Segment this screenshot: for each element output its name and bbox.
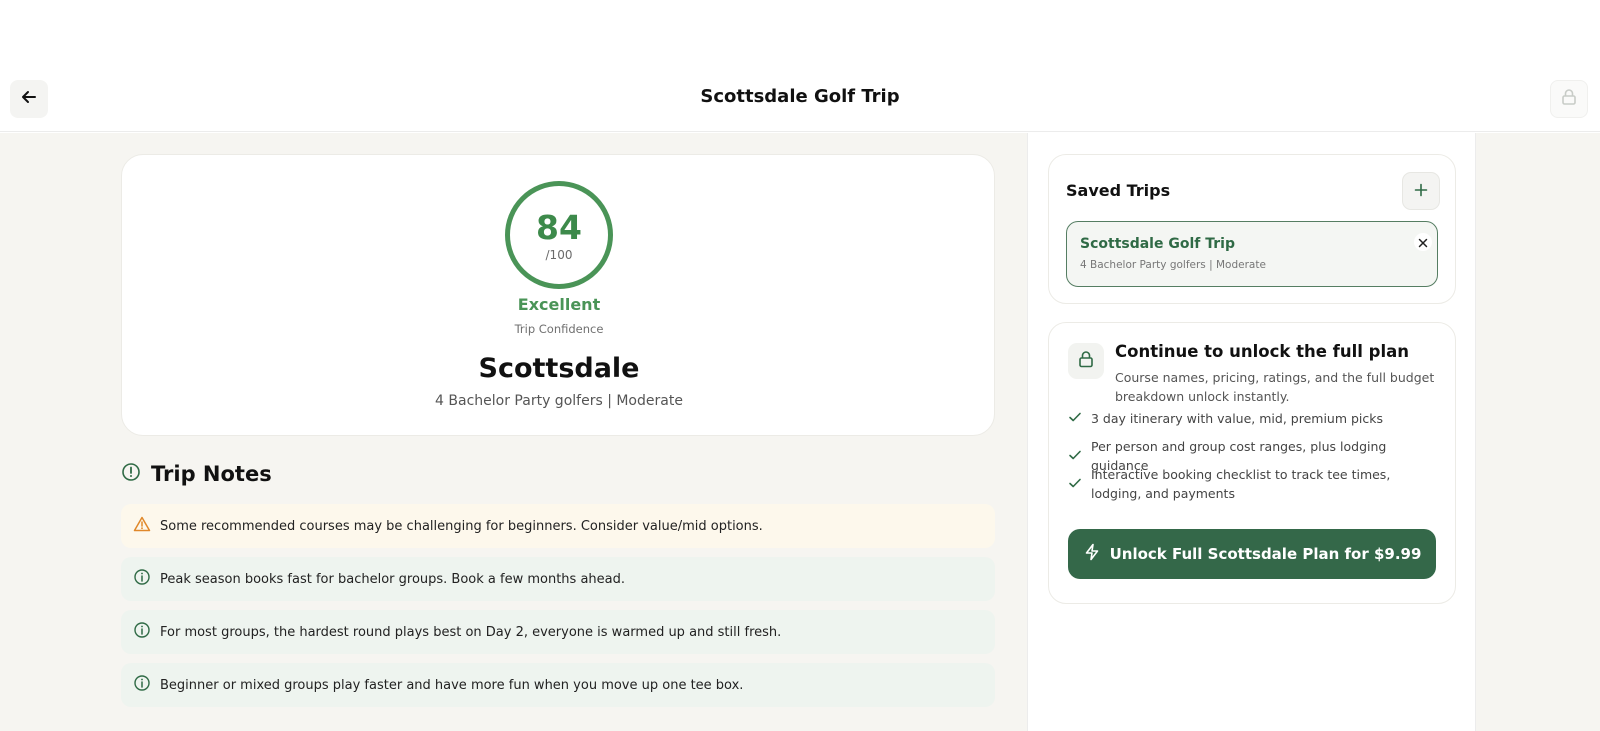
top-bar: Scottsdale Golf Trip: [0, 0, 1600, 132]
trip-notes-title: Trip Notes: [151, 462, 272, 486]
destination-subtitle: 4 Bachelor Party golfers | Moderate: [435, 393, 683, 409]
page-title: Scottsdale Golf Trip: [700, 86, 900, 107]
note-info: Peak season books fast for bachelor grou…: [121, 557, 995, 601]
info-icon: [133, 568, 151, 590]
close-icon: [1418, 233, 1428, 252]
warning-icon: [133, 515, 151, 537]
note-text: Peak season books fast for bachelor grou…: [160, 571, 625, 587]
unlock-plan-label: Unlock Full Scottsdale Plan for $9.99: [1109, 545, 1422, 563]
unlock-title: Continue to unlock the full plan: [1115, 342, 1410, 361]
unlock-plan-button[interactable]: Unlock Full Scottsdale Plan for $9.99: [1068, 529, 1436, 579]
info-icon: [133, 674, 151, 696]
trip-notes-header: Trip Notes: [121, 462, 272, 486]
lock-icon: [1560, 88, 1578, 110]
lightning-icon: [1083, 543, 1101, 565]
score-value: 84: [536, 208, 582, 247]
score-ring: 84 /100: [505, 181, 613, 289]
saved-trip-meta: 4 Bachelor Party golfers | Moderate: [1080, 259, 1266, 271]
score-rating: Excellent: [517, 295, 601, 314]
score-max: /100: [545, 248, 573, 262]
saved-trips-title: Saved Trips: [1066, 181, 1171, 200]
note-text: Beginner or mixed groups play faster and…: [160, 677, 744, 693]
saved-trips-card: Saved Trips Scottsdale Golf Trip 4 Bache…: [1048, 154, 1456, 304]
check-icon: [1068, 475, 1082, 494]
remove-trip-button[interactable]: [1414, 233, 1432, 251]
alert-circle-icon: [121, 462, 141, 486]
note-text: Some recommended courses may be challeng…: [160, 518, 763, 534]
right-gutter: [1476, 133, 1600, 731]
unlock-description: Course names, pricing, ratings, and the …: [1115, 370, 1435, 404]
feature-item: 3 day itinerary with value, mid, premium…: [1068, 409, 1441, 428]
plus-icon: [1414, 182, 1428, 201]
lock-icon: [1076, 349, 1096, 373]
feature-item: Interactive booking checklist to track t…: [1068, 465, 1441, 503]
note-info: For most groups, the hardest round plays…: [121, 610, 995, 654]
unlock-lock-badge: [1068, 343, 1104, 379]
check-icon: [1068, 409, 1082, 428]
add-trip-button[interactable]: [1402, 172, 1440, 210]
note-warning: Some recommended courses may be challeng…: [121, 504, 995, 548]
feature-text: Interactive booking checklist to track t…: [1091, 467, 1391, 501]
score-label: Trip Confidence: [514, 322, 604, 336]
saved-trip-name: Scottsdale Golf Trip: [1080, 236, 1235, 252]
check-icon: [1068, 447, 1082, 466]
unlock-plan-card: Continue to unlock the full plan Course …: [1048, 322, 1456, 604]
saved-trip-item[interactable]: Scottsdale Golf Trip 4 Bachelor Party go…: [1066, 221, 1438, 287]
destination-name: Scottsdale: [478, 353, 640, 384]
note-text: For most groups, the hardest round plays…: [160, 624, 782, 640]
note-info: Beginner or mixed groups play faster and…: [121, 663, 995, 707]
feature-text: 3 day itinerary with value, mid, premium…: [1091, 411, 1384, 426]
score-card: 84 /100 Excellent Trip Confidence Scotts…: [121, 154, 995, 436]
info-icon: [133, 621, 151, 643]
lock-button[interactable]: [1550, 80, 1588, 118]
